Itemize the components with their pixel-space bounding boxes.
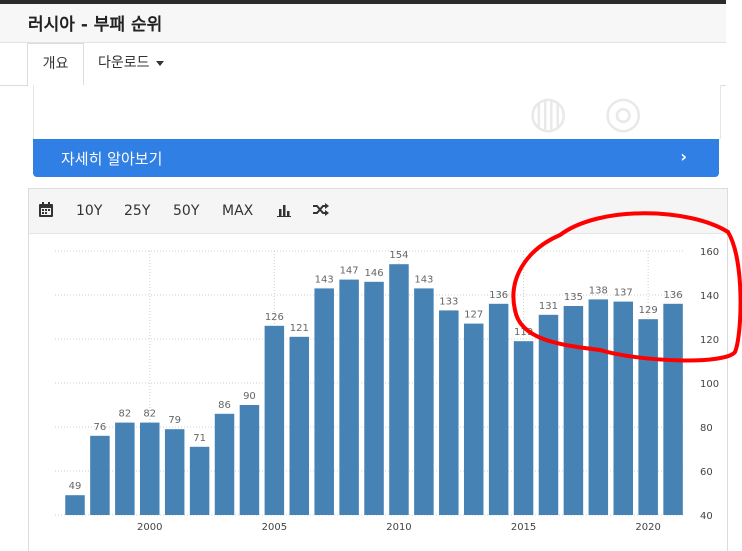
bar-2020 [638,319,658,515]
value-label: 136 [664,290,683,301]
value-label: 86 [218,400,231,411]
bar-2009 [364,281,384,515]
value-label: 127 [464,310,483,321]
bar-2006 [289,336,310,515]
bar-1997 [65,495,85,515]
value-label: 82 [118,409,131,420]
bar-chart: 160 140 120 100 80 60 40 2000 2005 2010 2015 2020 49… [55,211,742,533]
value-label: 133 [439,296,458,307]
y-tick-label: 160 [700,247,719,258]
value-label: 147 [340,266,359,277]
y-tick-label: 40 [700,511,713,522]
value-label: 137 [614,288,633,299]
bar-2015 [513,341,534,515]
bar-2016 [538,314,559,515]
bar-2003 [214,413,235,515]
bar-2017 [563,306,584,515]
bar-2021 [663,303,683,515]
x-tick-label: 2010 [386,522,411,533]
x-tick-label: 2020 [635,522,660,533]
value-label: 136 [489,290,508,301]
bar-2007 [314,288,334,515]
bar-1998 [90,435,110,515]
bar-2000 [140,422,160,515]
value-label: 154 [389,250,408,261]
bar-2001 [164,429,185,515]
y-tick-label: 60 [700,467,713,478]
value-label: 79 [168,415,181,426]
x-tick-label: 2000 [137,522,162,533]
value-label: 49 [69,481,82,492]
value-label: 121 [290,323,309,334]
y-tick-label: 100 [700,379,719,390]
bar-2012 [439,310,459,515]
value-label: 143 [315,274,334,285]
bar-1999 [115,422,135,515]
bar-2018 [588,299,609,515]
bar-2002 [189,446,210,515]
value-label: 135 [564,292,583,303]
bar-2014 [488,303,509,515]
bar-2005 [264,325,285,515]
bar-2013 [463,323,484,515]
value-label: 129 [639,305,658,316]
value-label: 131 [539,301,558,312]
value-label: 71 [193,433,206,444]
bar-2004 [239,405,260,515]
value-label: 126 [265,312,284,323]
value-label: 146 [364,268,383,279]
value-label: 90 [243,391,256,402]
value-label: 82 [143,409,156,420]
x-tick-label: 2005 [262,522,287,533]
y-tick-label: 140 [700,291,719,302]
bar-2010 [389,264,409,515]
bar-2019 [613,301,633,515]
y-tick-label: 120 [700,335,719,346]
bar-2011 [414,288,434,515]
value-label: 76 [94,422,107,433]
x-tick-label: 2015 [511,522,536,533]
value-label: 143 [414,274,433,285]
y-tick-label: 80 [700,423,713,434]
value-label: 138 [589,285,608,296]
bar-2008 [339,279,359,515]
